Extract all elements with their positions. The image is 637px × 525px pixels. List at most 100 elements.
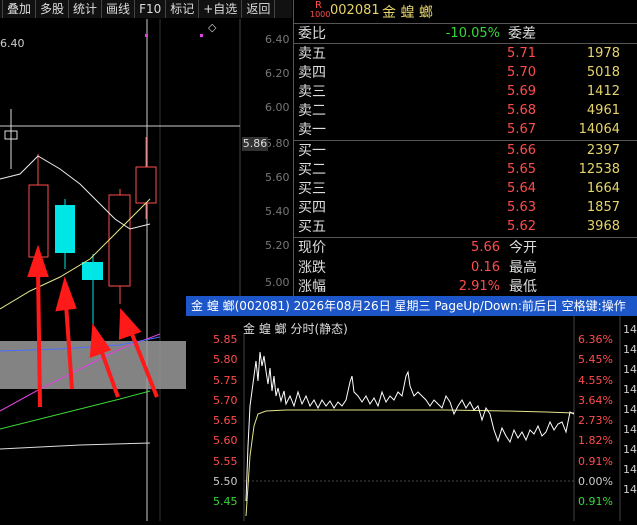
stock-name: 金 蝗 螂 bbox=[382, 5, 433, 21]
y-tick: 5.80 bbox=[265, 137, 290, 150]
toolbar-button-mark[interactable]: 标记 bbox=[166, 0, 200, 18]
divider bbox=[294, 43, 637, 44]
buy-label: 买五 bbox=[298, 219, 326, 235]
buy-label: 买二 bbox=[298, 162, 326, 178]
buy-price: 5.66 bbox=[507, 143, 536, 158]
ma-line-green bbox=[0, 390, 151, 430]
buy-volume: 2397 bbox=[586, 143, 620, 158]
wei-cha-label: 委差 bbox=[508, 26, 536, 42]
quote-header: R 1000 002081 金 蝗 螂 bbox=[294, 0, 637, 22]
toolbar: 叠加 多股 统计 画线 F10 标记 +自选 返回 bbox=[0, 0, 292, 18]
buy-row-2: 买二 5.65 12538 bbox=[298, 161, 636, 179]
sell-row-4: 卖四 5.70 5018 bbox=[298, 64, 636, 82]
marker-dot bbox=[200, 34, 203, 37]
sell-label: 卖五 bbox=[298, 46, 326, 62]
sell-row-5: 卖五 5.71 1978 bbox=[298, 45, 636, 63]
buy-label: 买一 bbox=[298, 143, 326, 159]
price-line bbox=[245, 351, 575, 502]
popup-right-tick: 5.45% bbox=[578, 353, 613, 366]
popup-far-right-tick: 14 bbox=[623, 323, 637, 336]
stat-label: 涨跌 bbox=[298, 260, 326, 276]
popup-left-tick: 5.70 bbox=[213, 394, 238, 407]
stat-row-price: 现价 5.66 今开 bbox=[298, 239, 636, 257]
popup-far-right-tick: 14 bbox=[623, 463, 637, 476]
toolbar-button-f10[interactable]: F10 bbox=[135, 0, 167, 18]
sell-label: 卖二 bbox=[298, 103, 326, 119]
stat-value: 5.66 bbox=[471, 240, 500, 255]
buy-volume: 1664 bbox=[586, 181, 620, 196]
sell-price: 5.69 bbox=[507, 84, 536, 99]
y-tick: 5.40 bbox=[265, 205, 290, 218]
stat-right-label: 最高 bbox=[509, 260, 537, 276]
ma-line-white-low bbox=[0, 442, 151, 450]
toolbar-button-draw-line[interactable]: 画线 bbox=[102, 0, 136, 18]
corner-price: 6.40 bbox=[0, 37, 25, 50]
popup-left-tick: 5.55 bbox=[213, 455, 238, 468]
stat-label: 现价 bbox=[298, 240, 326, 256]
buy-label: 买四 bbox=[298, 200, 326, 216]
buy-row-4: 买四 5.63 1857 bbox=[298, 199, 636, 217]
sell-label: 卖三 bbox=[298, 84, 326, 100]
crosshair-price-label: 5.86 bbox=[242, 137, 268, 151]
stat-row-change-pct: 涨幅 2.91% 最低 bbox=[298, 278, 636, 296]
candle-4 bbox=[82, 254, 103, 329]
sell-price: 5.68 bbox=[507, 103, 536, 118]
intraday-popup[interactable]: 金 蝗 螂(002081) 2026年08月26日 星期三 PageUp/Dow… bbox=[186, 296, 637, 521]
buy-price: 5.64 bbox=[507, 181, 536, 196]
y-tick: 5.20 bbox=[265, 239, 290, 252]
buy-price: 5.65 bbox=[507, 162, 536, 177]
toolbar-button-statistics[interactable]: 统计 bbox=[69, 0, 103, 18]
buy-volume: 12538 bbox=[578, 162, 620, 177]
popup-left-tick: 5.75 bbox=[213, 374, 238, 387]
stock-logo-icon: R 1000 bbox=[310, 0, 331, 20]
popup-right-tick: 4.55% bbox=[578, 374, 613, 387]
toolbar-button-back[interactable]: 返回 bbox=[242, 0, 276, 18]
candle-5 bbox=[108, 189, 131, 304]
logo-code: 1000 bbox=[310, 10, 331, 19]
buy-price: 5.62 bbox=[507, 219, 536, 234]
y-tick: 6.00 bbox=[265, 101, 290, 114]
avg-price-line bbox=[245, 409, 575, 517]
sell-label: 卖四 bbox=[298, 65, 326, 81]
y-tick: 5.60 bbox=[265, 171, 290, 184]
candle-2 bbox=[28, 154, 49, 259]
popup-left-tick: 5.60 bbox=[213, 434, 238, 447]
popup-far-right-tick: 14 bbox=[623, 483, 637, 496]
popup-left-tick: 5.45 bbox=[213, 495, 238, 508]
sell-volume: 1412 bbox=[586, 84, 620, 99]
divider bbox=[294, 23, 637, 24]
candle-6 bbox=[135, 137, 157, 219]
buy-row-5: 买五 5.62 3968 bbox=[298, 218, 636, 236]
popup-far-right-tick: 14 bbox=[623, 443, 637, 456]
toolbar-button-overlay[interactable]: 叠加 bbox=[3, 0, 37, 18]
stat-row-change: 涨跌 0.16 最高 bbox=[298, 259, 636, 277]
popup-left-tick: 5.80 bbox=[213, 353, 238, 366]
popup-far-right-tick: 14 bbox=[623, 403, 637, 416]
popup-right-tick: 0.91% bbox=[578, 455, 613, 468]
popup-right-tick: 6.36% bbox=[578, 333, 613, 346]
sell-volume: 4961 bbox=[586, 103, 620, 118]
marker-dot bbox=[145, 34, 148, 37]
popup-far-right-tick: 14 bbox=[623, 383, 637, 396]
toolbar-button-multi-stock[interactable]: 多股 bbox=[36, 0, 70, 18]
candle-3 bbox=[55, 199, 75, 269]
sell-price: 5.67 bbox=[507, 122, 536, 137]
popup-right-tick: 0.00% bbox=[578, 475, 613, 488]
popup-right-tick: 3.64% bbox=[578, 394, 613, 407]
quote-panel: R 1000 002081 金 蝗 螂 委比 -10.05% 委差 卖五 5.7… bbox=[293, 0, 637, 300]
stat-right-label: 今开 bbox=[509, 240, 537, 256]
wei-bi-row: 委比 -10.05% 委差 bbox=[298, 25, 636, 43]
popup-far-right-tick: 14 bbox=[623, 423, 637, 436]
popup-far-right-tick: 14 bbox=[623, 363, 637, 376]
buy-row-3: 买三 5.64 1664 bbox=[298, 180, 636, 198]
buy-row-1: 买一 5.66 2397 bbox=[298, 142, 636, 160]
intraday-chart bbox=[243, 316, 621, 521]
sell-volume: 5018 bbox=[586, 65, 620, 80]
divider bbox=[294, 237, 637, 238]
sell-row-2: 卖二 5.68 4961 bbox=[298, 102, 636, 120]
sell-row-1: 卖一 5.67 14064 bbox=[298, 121, 636, 139]
sell-volume: 14064 bbox=[578, 122, 620, 137]
buy-price: 5.63 bbox=[507, 200, 536, 215]
y-tick: 6.20 bbox=[265, 67, 290, 80]
toolbar-button-add-watchlist[interactable]: +自选 bbox=[199, 0, 243, 18]
